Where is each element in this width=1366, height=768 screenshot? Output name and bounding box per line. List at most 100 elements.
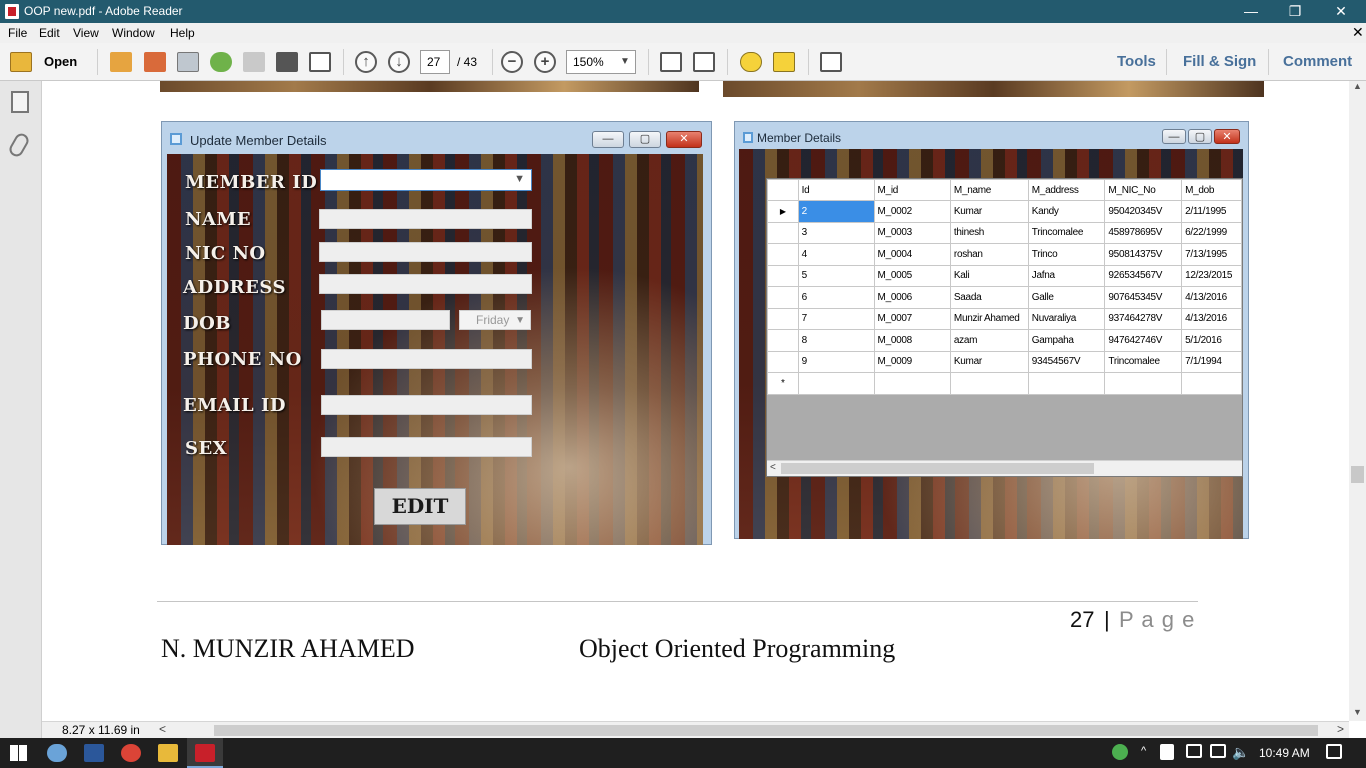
cloud-upload-icon[interactable]	[210, 52, 232, 72]
menu-help[interactable]: Help	[170, 26, 195, 40]
email-icon[interactable]	[309, 52, 331, 72]
table-cell[interactable]: azam	[949, 329, 1029, 352]
table-cell[interactable]: 2	[797, 200, 875, 223]
table-cell[interactable]: 7	[797, 307, 875, 330]
form-minimize-button[interactable]: —	[1162, 129, 1186, 144]
chrome-icon[interactable]	[121, 744, 141, 762]
table-cell[interactable]: 907645345V	[1104, 286, 1183, 309]
file-explorer-icon[interactable]	[158, 744, 178, 762]
volume-icon[interactable]: 🔈	[1232, 744, 1249, 761]
table-row[interactable]: 6 M_0006 Saada Galle 907645345V 4/13/201…	[767, 286, 1242, 309]
word-icon[interactable]	[84, 744, 104, 762]
chevron-right-icon[interactable]: >	[1337, 722, 1344, 736]
close-button[interactable]: ✕	[1318, 0, 1364, 23]
folder-open-icon[interactable]	[10, 52, 32, 72]
table-cell[interactable]: Galle	[1027, 286, 1106, 309]
table-cell[interactable]: Kali	[949, 264, 1029, 287]
table-cell[interactable]	[1181, 372, 1242, 395]
table-cell[interactable]: M_0002	[873, 200, 951, 223]
table-new-row[interactable]: *	[767, 372, 1242, 395]
table-cell[interactable]: Nuvaraliya	[1027, 307, 1106, 330]
table-row[interactable]: 7 M_0007 Munzir Ahamed Nuvaraliya 937464…	[767, 307, 1242, 330]
table-cell[interactable]: M_0007	[873, 307, 951, 330]
tools-pane-button[interactable]: Tools	[1117, 53, 1156, 70]
dob-date-picker[interactable]: Friday ▼	[459, 310, 531, 330]
sex-input[interactable]	[321, 437, 532, 457]
table-cell[interactable]: M_0008	[873, 329, 951, 352]
form-minimize-button[interactable]: —	[592, 131, 624, 148]
save-icon[interactable]	[243, 52, 265, 72]
windows-start-icon[interactable]	[10, 745, 27, 761]
table-cell[interactable]: thinesh	[949, 221, 1029, 244]
edit-pdf-icon[interactable]	[177, 52, 199, 72]
email-id-input[interactable]	[321, 395, 532, 415]
page-thumbnails-icon[interactable]	[11, 91, 29, 113]
restore-button[interactable]: ❐	[1272, 0, 1318, 23]
table-cell[interactable]: 3	[797, 221, 875, 244]
fill-sign-pane-button[interactable]: Fill & Sign	[1183, 53, 1256, 70]
table-cell[interactable]: 6	[797, 286, 875, 309]
table-cell[interactable]: 5/1/2016	[1181, 329, 1242, 352]
security-shield-icon[interactable]	[1160, 744, 1174, 760]
highlight-text-icon[interactable]	[773, 52, 795, 72]
table-cell[interactable]: Kumar	[949, 350, 1029, 373]
form-close-button[interactable]: ✕	[666, 131, 702, 148]
export-pdf-icon[interactable]	[144, 52, 166, 72]
table-row[interactable]: 9 M_0009 Kumar 93454567V Trincomalee 7/1…	[767, 350, 1242, 373]
zoom-out-icon[interactable]: −	[501, 51, 523, 73]
comment-pane-button[interactable]: Comment	[1283, 53, 1352, 70]
table-row[interactable]: 8 M_0008 azam Gampaha 947642746V 5/1/201…	[767, 329, 1242, 352]
document-vertical-scrollbar[interactable]: ▲ ▼	[1349, 81, 1366, 721]
table-cell[interactable]: 93454567V	[1027, 350, 1106, 373]
table-cell[interactable]: 9	[797, 350, 875, 373]
chevron-left-icon[interactable]: <	[159, 722, 166, 736]
table-cell[interactable]: Jafna	[1027, 264, 1106, 287]
edit-button[interactable]: EDIT	[374, 488, 466, 525]
open-button[interactable]: Open	[44, 54, 77, 69]
chevron-up-icon[interactable]: ▲	[1353, 81, 1362, 91]
menu-view[interactable]: View	[73, 26, 99, 40]
table-cell[interactable]: M_0009	[873, 350, 951, 373]
table-cell[interactable]: 4	[797, 243, 875, 266]
menu-window[interactable]: Window	[112, 26, 155, 40]
page-number-input[interactable]: 27	[420, 50, 450, 74]
scrollbar-thumb[interactable]	[781, 463, 1094, 474]
table-cell[interactable]	[873, 372, 951, 395]
zoom-in-icon[interactable]: +	[534, 51, 556, 73]
table-cell[interactable]: Trinco	[1027, 243, 1106, 266]
table-cell[interactable]: 4/13/2016	[1181, 307, 1242, 330]
menu-file[interactable]: File	[8, 26, 27, 40]
table-row[interactable]: ▶ 2 M_0002 Kumar Kandy 950420345V 2/11/1…	[767, 200, 1242, 223]
form-maximize-button[interactable]: ▢	[629, 131, 661, 148]
table-cell[interactable]: Kandy	[1027, 200, 1106, 223]
fit-page-icon[interactable]	[693, 52, 715, 72]
attachments-icon[interactable]	[6, 131, 32, 159]
nic-no-input[interactable]	[319, 242, 532, 262]
full-screen-icon[interactable]	[820, 52, 842, 72]
table-cell[interactable]: 926534567V	[1104, 264, 1183, 287]
dob-input[interactable]	[321, 310, 450, 330]
table-row[interactable]: 5 M_0005 Kali Jafna 926534567V 12/23/201…	[767, 264, 1242, 287]
member-id-combobox[interactable]: ▼	[320, 169, 532, 191]
table-cell[interactable]: Munzir Ahamed	[949, 307, 1029, 330]
clock-time[interactable]: 10:49 AM	[1259, 746, 1310, 760]
table-cell[interactable]: Trincomalee	[1027, 221, 1106, 244]
table-cell[interactable]: 947642746V	[1104, 329, 1183, 352]
chat-app-icon[interactable]	[47, 744, 67, 762]
table-cell[interactable]: 6/22/1999	[1181, 221, 1242, 244]
column-header-m-dob[interactable]: M_dob	[1181, 179, 1242, 201]
sticky-note-icon[interactable]	[740, 52, 762, 72]
adobe-reader-taskbar-item[interactable]	[187, 738, 223, 768]
table-cell[interactable]: Saada	[949, 286, 1029, 309]
table-cell[interactable]: roshan	[949, 243, 1029, 266]
table-cell[interactable]: Trincomalee	[1104, 350, 1183, 373]
column-header-m-address[interactable]: M_address	[1027, 179, 1106, 201]
table-cell[interactable]: M_0004	[873, 243, 951, 266]
network-status-icon[interactable]	[1112, 744, 1128, 760]
column-header-id[interactable]: Id	[797, 179, 875, 201]
column-header-m-id[interactable]: M_id	[873, 179, 951, 201]
print-icon[interactable]	[276, 52, 298, 72]
create-pdf-icon[interactable]	[110, 52, 132, 72]
table-cell[interactable]: 8	[797, 329, 875, 352]
projector-icon[interactable]	[1186, 744, 1202, 758]
